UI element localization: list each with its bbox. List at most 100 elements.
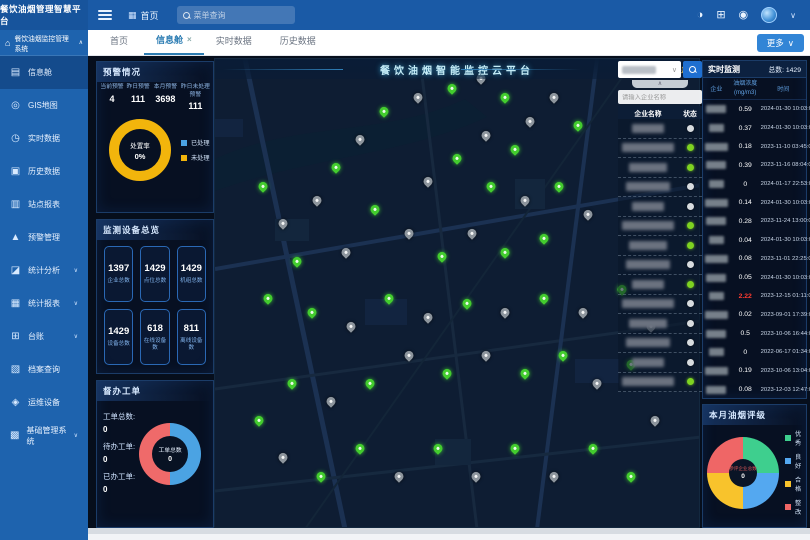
search-icon xyxy=(689,66,696,73)
realtime-row: 2.22 2023-12-15 01:11:00 xyxy=(703,287,806,306)
enterprise-name-redacted xyxy=(626,338,670,347)
enterprise-name-input[interactable] xyxy=(622,94,698,101)
chevron-down-icon: ∨ xyxy=(672,66,677,74)
density-value: 0.28 xyxy=(730,218,761,225)
panel-title: 监测设备总览 xyxy=(97,220,213,240)
panel-title: 预警情况 xyxy=(97,62,213,82)
density-value: 0.59 xyxy=(730,106,761,113)
status-dot xyxy=(687,125,694,132)
status-dot xyxy=(687,222,694,229)
company-name-redacted xyxy=(709,124,724,132)
sidebar-item-label: 预警管理 xyxy=(28,232,60,243)
menu-search-input[interactable] xyxy=(194,11,284,20)
sidebar-item[interactable]: ▤ 信息舱 xyxy=(0,56,88,89)
sidebar-item[interactable]: ▦ 统计报表 ∨ xyxy=(0,287,88,320)
reading-time: 2022-06-17 01:34:00 xyxy=(761,349,806,355)
enterprise-row[interactable] xyxy=(618,236,702,256)
dashboard: 餐饮油烟智能监控云平台 2024/1/30 10:03 星期二 xyxy=(88,56,810,534)
sidebar-item[interactable]: ▧ 档案查询 xyxy=(0,353,88,386)
sidebar-item[interactable]: ◷ 实时数据 xyxy=(0,122,88,155)
enterprise-row[interactable] xyxy=(618,139,702,159)
realtime-data-icon: ◷ xyxy=(10,133,21,144)
tab[interactable]: 信息舱 × xyxy=(144,27,204,55)
reading-time: 2023-11-16 08:04:00 xyxy=(761,162,806,168)
tab[interactable]: 实时数据 xyxy=(204,27,268,55)
sidebar-menu: ▤ 信息舱 ◎ GIS地图 ◷ 实时数据 ▣ xyxy=(0,56,88,452)
layout-icon[interactable]: ⊞ xyxy=(716,10,725,21)
enterprise-row[interactable] xyxy=(618,373,702,393)
sidebar-item[interactable]: ⊞ 台账 ∨ xyxy=(0,320,88,353)
enterprise-name-redacted xyxy=(622,377,674,386)
archive-query-icon: ▧ xyxy=(10,364,21,375)
company-name-redacted xyxy=(709,236,724,244)
total-count: 总数: 1429 xyxy=(769,64,802,74)
legend-swatch xyxy=(181,140,187,146)
sidebar-item[interactable]: ▣ 历史数据 xyxy=(0,155,88,188)
legend-swatch xyxy=(181,155,187,161)
menu-search-box[interactable] xyxy=(177,6,295,24)
enterprise-search-button[interactable] xyxy=(683,61,702,78)
sidebar-item-label: 档案查询 xyxy=(28,364,60,375)
home-icon: ⌂ xyxy=(5,38,10,48)
tab-close-icon[interactable]: × xyxy=(187,35,192,44)
realtime-row: 0.37 2024-01-30 10:03:00 xyxy=(703,119,806,138)
tab[interactable]: 历史数据 xyxy=(268,27,332,55)
menu-toggle-icon[interactable] xyxy=(98,10,112,20)
more-button[interactable]: 更多 ∨ xyxy=(757,34,804,52)
enterprise-row[interactable] xyxy=(618,353,702,373)
status-dot xyxy=(687,242,694,249)
enterprise-select[interactable]: ∨ xyxy=(618,61,681,78)
enterprise-row[interactable] xyxy=(618,295,702,315)
theme-icon[interactable]: ◑ xyxy=(697,10,704,21)
collapse-handle[interactable]: ∧ xyxy=(632,80,687,88)
sidebar-item[interactable]: ◪ 统计分析 ∨ xyxy=(0,254,88,287)
enterprise-name-redacted xyxy=(622,299,674,308)
company-name-redacted xyxy=(705,255,728,263)
legend-swatch xyxy=(785,481,791,487)
enterprise-name-redacted xyxy=(622,221,674,230)
device-stat-card: 811 离线设备数 xyxy=(177,309,206,365)
enterprise-row[interactable] xyxy=(618,275,702,295)
sidebar-header[interactable]: ⌂ 餐饮油烟监控管理系统 ∧ xyxy=(0,30,88,56)
density-value: 0 xyxy=(730,349,761,356)
chevron-down-icon[interactable]: ∨ xyxy=(790,11,796,20)
tab[interactable]: 首页 xyxy=(98,27,144,55)
legend-swatch xyxy=(785,435,791,441)
realtime-row: 0.5 2023-10-06 16:44:00 xyxy=(703,324,806,343)
enterprise-row[interactable] xyxy=(618,119,702,139)
realtime-row: 0.02 2023-09-01 17:39:00 xyxy=(703,306,806,325)
app-root: 餐饮油烟管理智慧平台 ▦ 首页 ◑ ⊞ ◉ ∨ ⌂ 餐饮油烟监控管理系统 ∧ xyxy=(0,0,810,540)
user-avatar[interactable] xyxy=(761,7,777,23)
enterprise-row[interactable] xyxy=(618,314,702,334)
enterprise-row[interactable] xyxy=(618,158,702,178)
sidebar-item[interactable]: ◎ GIS地图 xyxy=(0,89,88,122)
content-area: 首页 信息舱 × 实时数据 历史数据 xyxy=(88,30,810,540)
notification-icon[interactable]: ◉ xyxy=(739,10,749,21)
sidebar-item[interactable]: ▩ 基础管理系统 ∨ xyxy=(0,419,88,452)
status-dot xyxy=(687,164,694,171)
tab-bar: 首页 信息舱 × 实时数据 历史数据 xyxy=(88,30,810,56)
sidebar-item[interactable]: ▲ 预警管理 xyxy=(0,221,88,254)
enterprise-row[interactable] xyxy=(618,217,702,237)
legend-item: 良好 xyxy=(785,452,804,470)
tab-label: 信息舱 xyxy=(156,33,183,46)
workorder-panel: 督办工单 工单总数: 0 待办工单: 0 xyxy=(96,380,214,528)
panel-title: 督办工单 xyxy=(97,381,213,401)
enterprise-list-overlay: ∨ ∧ 企业名称 状态 xyxy=(618,61,702,399)
enterprise-row[interactable] xyxy=(618,334,702,354)
breadcrumb[interactable]: ▦ 首页 xyxy=(128,9,159,22)
warning-stat: 本月预警 3698 xyxy=(151,84,180,111)
enterprise-name-search[interactable] xyxy=(618,90,702,104)
enterprise-row[interactable] xyxy=(618,178,702,198)
sidebar-item[interactable]: ▥ 站点报表 xyxy=(0,188,88,221)
enterprise-row[interactable] xyxy=(618,197,702,217)
sidebar-item[interactable]: ◈ 运维设备 xyxy=(0,386,88,419)
realtime-table-header: 企业 油烟浓度 (mg/m3) 时间 xyxy=(703,78,806,100)
company-name-redacted xyxy=(705,367,728,375)
sidebar-item-label: GIS地图 xyxy=(28,100,58,111)
enterprise-row[interactable] xyxy=(618,256,702,276)
panel-title: 本月油烟评级 xyxy=(703,405,806,425)
realtime-row: 0.39 2023-11-16 08:04:00 xyxy=(703,156,806,175)
realtime-row: 0.08 2023-11-01 22:25:00 xyxy=(703,250,806,269)
sidebar-item-label: 站点报表 xyxy=(28,199,60,210)
